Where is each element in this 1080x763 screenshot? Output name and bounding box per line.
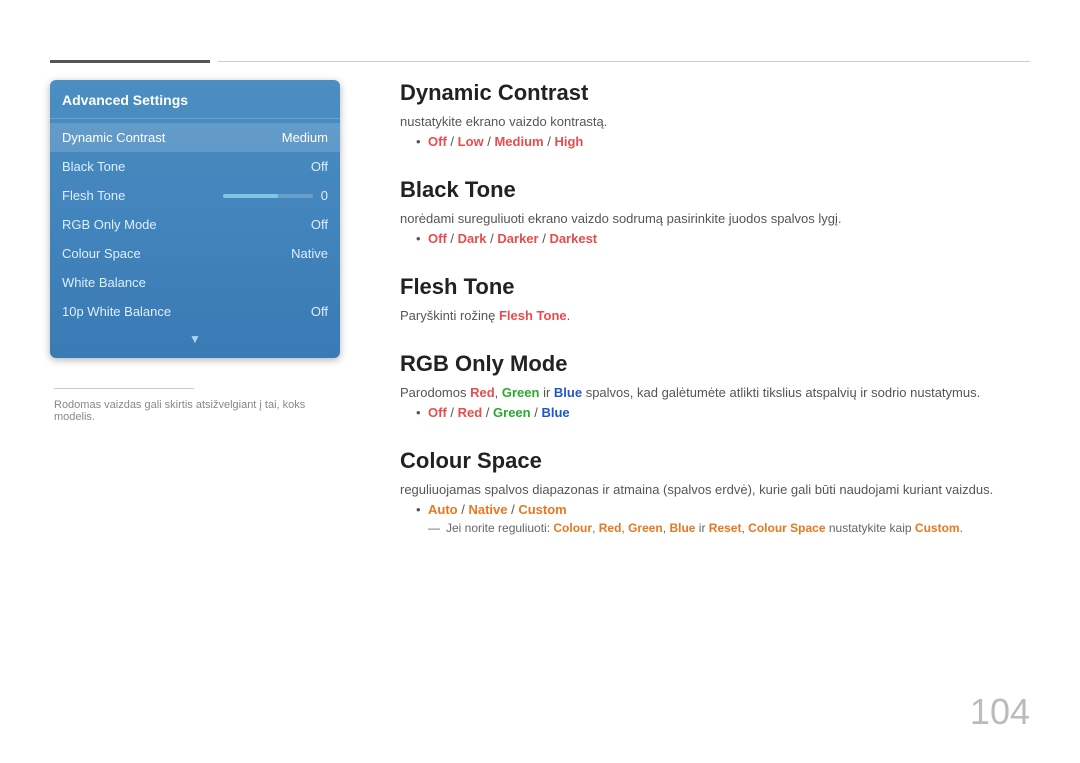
menu-box: Advanced Settings Dynamic Contrast Mediu… [50,80,340,358]
flesh-tone-period: . [567,308,571,323]
opt-blue: Blue [541,405,569,420]
colour-space-options: Auto / Native / Custom [400,502,1030,517]
dynamic-contrast-options: Off / Low / Medium / High [400,134,1030,149]
opt-off-bt: Off [428,231,447,246]
section-rgb-only-mode: RGB Only Mode Parodomos Red, Green ir Bl… [400,351,1030,420]
colour-space-subnote: — Jei norite reguliuoti: Colour, Red, Gr… [400,521,1030,535]
flesh-tone-desc: Paryškinti rožinę Flesh Tone. [400,308,1030,323]
opt-off: Off [428,134,447,149]
section-colour-space: Colour Space reguliuojamas spalvos diapa… [400,448,1030,535]
menu-item-flesh-tone-label: Flesh Tone [62,188,125,203]
black-tone-desc: norėdami sureguliuoti ekrano vaizdo sodr… [400,211,1030,226]
subnote-text: Jei norite reguliuoti: Colour, Red, Gree… [446,521,963,535]
opt-green: Green [493,405,531,420]
menu-item-10p-white-balance-value: Off [311,304,328,319]
opt-native: Native [468,502,507,517]
dynamic-contrast-title: Dynamic Contrast [400,80,1030,106]
left-note: Rodomas vaizdas gali skirtis atsižvelgia… [50,388,340,423]
subnote-colour-space: Colour Space [748,521,825,535]
menu-item-colour-space-label: Colour Space [62,246,141,261]
black-tone-title: Black Tone [400,177,1030,203]
subnote-red: Red [599,521,622,535]
menu-arrow: ▼ [50,326,340,350]
menu-item-white-balance[interactable]: White Balance [50,268,340,297]
menu-item-dynamic-contrast-label: Dynamic Contrast [62,130,165,145]
subnote-reset: Reset [709,521,742,535]
left-note-divider [54,388,194,389]
flesh-tone-title: Flesh Tone [400,274,1030,300]
left-note-text: Rodomas vaizdas gali skirtis atsižvelgia… [54,399,336,423]
top-bar [50,60,1030,62]
menu-item-dynamic-contrast[interactable]: Dynamic Contrast Medium [50,123,340,152]
top-bar-accent [50,60,210,63]
rgb-option-list: Off / Red / Green / Blue [416,405,1030,420]
flesh-tone-highlight: Flesh Tone [499,308,567,323]
opt-custom: Custom [518,502,566,517]
opt-darker: Darker [497,231,538,246]
flesh-tone-slider-value: 0 [321,188,328,203]
menu-item-rgb-only-mode[interactable]: RGB Only Mode Off [50,210,340,239]
desc-blue: Blue [554,385,582,400]
desc-green: Green [502,385,540,400]
subnote-green: Green [628,521,663,535]
menu-title: Advanced Settings [50,92,340,119]
dynamic-contrast-desc: nustatykite ekrano vaizdo kontrastą. [400,114,1030,129]
colour-space-option-list: Auto / Native / Custom [416,502,1030,517]
menu-item-black-tone-label: Black Tone [62,159,125,174]
section-flesh-tone: Flesh Tone Paryškinti rožinę Flesh Tone. [400,274,1030,323]
menu-item-rgb-only-mode-label: RGB Only Mode [62,217,157,232]
rgb-only-mode-title: RGB Only Mode [400,351,1030,377]
opt-low: Low [458,134,484,149]
black-tone-options: Off / Dark / Darker / Darkest [400,231,1030,246]
opt-off-rgb: Off [428,405,447,420]
opt-red: Red [458,405,483,420]
opt-high: High [554,134,583,149]
opt-auto: Auto [428,502,458,517]
opt-darkest: Darkest [549,231,597,246]
rgb-only-mode-desc: Parodomos Red, Green ir Blue spalvos, ka… [400,385,1030,400]
subnote-blue: Blue [669,521,695,535]
page-number: 104 [970,691,1030,733]
flesh-tone-slider-area: 0 [223,188,328,203]
menu-item-flesh-tone[interactable]: Flesh Tone 0 [50,181,340,210]
menu-item-colour-space-value: Native [291,246,328,261]
rgb-only-mode-options: Off / Red / Green / Blue [400,405,1030,420]
section-dynamic-contrast: Dynamic Contrast nustatykite ekrano vaiz… [400,80,1030,149]
black-tone-option-list: Off / Dark / Darker / Darkest [416,231,1030,246]
menu-item-black-tone[interactable]: Black Tone Off [50,152,340,181]
section-black-tone: Black Tone norėdami sureguliuoti ekrano … [400,177,1030,246]
flesh-tone-slider-track[interactable] [223,194,313,198]
colour-space-title: Colour Space [400,448,1030,474]
top-bar-line [218,61,1030,62]
menu-item-rgb-only-mode-value: Off [311,217,328,232]
flesh-tone-slider-fill [223,194,278,198]
menu-item-white-balance-label: White Balance [62,275,146,290]
subnote-custom: Custom [915,521,960,535]
menu-item-10p-white-balance-label: 10p White Balance [62,304,171,319]
right-content: Dynamic Contrast nustatykite ekrano vaiz… [400,80,1030,563]
menu-item-black-tone-value: Off [311,159,328,174]
desc-red: Red [470,385,495,400]
menu-item-dynamic-contrast-value: Medium [282,130,328,145]
colour-space-desc: reguliuojamas spalvos diapazonas ir atma… [400,482,1030,497]
opt-medium: Medium [494,134,543,149]
menu-item-10p-white-balance[interactable]: 10p White Balance Off [50,297,340,326]
menu-item-colour-space[interactable]: Colour Space Native [50,239,340,268]
subnote-colour: Colour [553,521,592,535]
dynamic-contrast-option-list: Off / Low / Medium / High [416,134,1030,149]
flesh-tone-desc-text: Paryškinti rožinę [400,308,499,323]
left-panel: Advanced Settings Dynamic Contrast Mediu… [50,80,340,423]
opt-dark: Dark [458,231,487,246]
